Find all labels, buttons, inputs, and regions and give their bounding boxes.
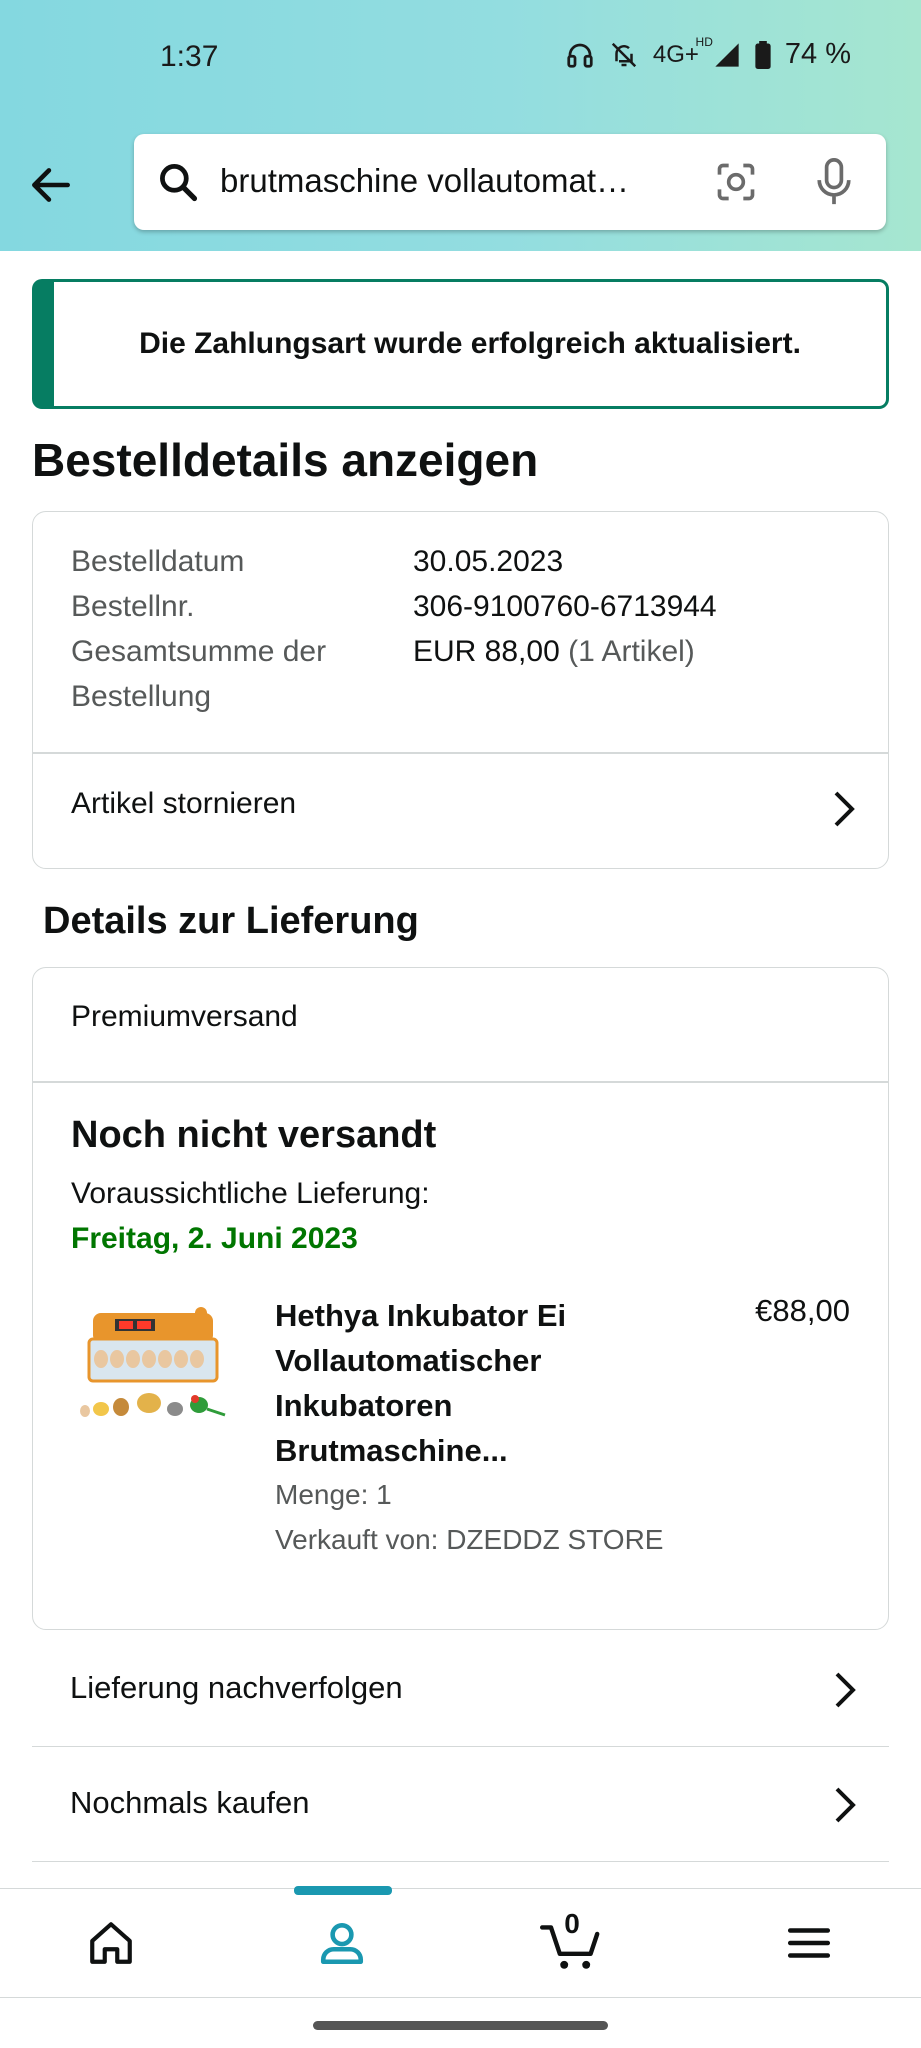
status-icons: 4G+ HD 74 % — [565, 35, 851, 71]
back-button[interactable] — [26, 160, 76, 210]
shipping-method: Premiumversand — [71, 1000, 298, 1033]
status-bar: 1:37 4G+ HD 74 % — [0, 0, 921, 120]
order-summary-card: Bestelldatum 30.05.2023 Bestellnr. 306-9… — [32, 511, 889, 869]
order-date-value: 30.05.2023 — [413, 545, 564, 578]
account-icon — [320, 1923, 364, 1965]
microphone-icon[interactable] — [814, 158, 854, 211]
nav-account[interactable] — [317, 1918, 367, 1973]
network-type: 4G+ — [652, 40, 699, 68]
nav-menu[interactable] — [784, 1918, 834, 1973]
track-delivery-label: Lieferung nachverfolgen — [70, 1670, 403, 1705]
expected-delivery-label: Voraussichtliche Lieferung: — [71, 1177, 430, 1210]
product-price: €88,00 — [755, 1293, 850, 1328]
order-number-value: 306-9100760-6713944 — [413, 590, 717, 623]
network-badge: HD — [695, 34, 713, 49]
product-seller: Verkauft von: DZEDDZ STORE — [275, 1524, 664, 1555]
active-tab-indicator — [294, 1886, 392, 1895]
track-delivery-row[interactable]: Lieferung nachverfolgen — [32, 1632, 889, 1747]
headphones-icon — [565, 40, 595, 70]
bottom-nav — [0, 1888, 921, 1998]
home-icon — [90, 1922, 132, 1964]
delivery-card: Premiumversand Noch nicht versandt Vorau… — [32, 967, 889, 1630]
expected-delivery-date: Freitag, 2. Juni 2023 — [71, 1222, 358, 1255]
product-image[interactable] — [71, 1291, 231, 1431]
camera-search-icon[interactable] — [714, 160, 758, 209]
nav-home[interactable] — [86, 1918, 136, 1973]
status-time: 1:37 — [160, 40, 219, 73]
network-indicator: 4G+ HD — [652, 35, 713, 69]
divider — [33, 1081, 888, 1083]
cancel-items-row[interactable]: Artikel stornieren — [33, 753, 888, 868]
signal-icon — [713, 41, 741, 69]
product-title-link[interactable]: Hethya Inkubator Ei Vollautomatischer In… — [275, 1293, 605, 1473]
gesture-bar[interactable] — [313, 2021, 608, 2030]
buy-again-row[interactable]: Nochmals kaufen — [32, 1747, 889, 1862]
battery-percent: 74 % — [784, 38, 851, 70]
shipment-status: Noch nicht versandt — [71, 1114, 437, 1156]
cart-count: 0 — [564, 1908, 580, 1939]
page-title: Bestelldetails anzeigen — [32, 434, 539, 486]
nav-cart[interactable]: 0 — [540, 1908, 606, 1977]
order-item-count: (1 Artikel) — [568, 635, 695, 668]
battery-icon — [755, 40, 771, 69]
success-alert: Die Zahlungsart wurde erfolgreich aktual… — [32, 279, 889, 409]
menu-icon — [787, 1928, 831, 1958]
chevron-right-icon — [834, 791, 855, 827]
order-total-value: EUR 88,00 — [413, 635, 560, 668]
order-number-label: Bestellnr. — [71, 590, 195, 623]
cancel-items-label: Artikel stornieren — [71, 787, 297, 820]
order-date-label: Bestelldatum — [71, 545, 245, 578]
buy-again-label: Nochmals kaufen — [70, 1785, 310, 1820]
alert-message: Die Zahlungsart wurde erfolgreich aktual… — [139, 327, 801, 360]
search-bar[interactable]: brutmaschine vollautomat… — [134, 134, 886, 230]
delivery-section-title: Details zur Lieferung — [43, 900, 419, 942]
order-total: EUR 88,00 (1 Artikel) — [413, 635, 695, 669]
bell-muted-icon — [609, 40, 639, 70]
app-header: 1:37 4G+ HD 74 % brutmaschine vollautomat… — [0, 0, 921, 251]
order-total-label-line2: Bestellung — [71, 680, 212, 713]
chevron-right-icon — [835, 1672, 856, 1708]
product-quantity: Menge: 1 — [275, 1479, 392, 1510]
order-total-label-line1: Gesamtsumme der — [71, 635, 327, 668]
search-icon — [156, 160, 200, 209]
back-arrow-icon — [32, 168, 70, 202]
chevron-right-icon — [835, 1787, 856, 1823]
